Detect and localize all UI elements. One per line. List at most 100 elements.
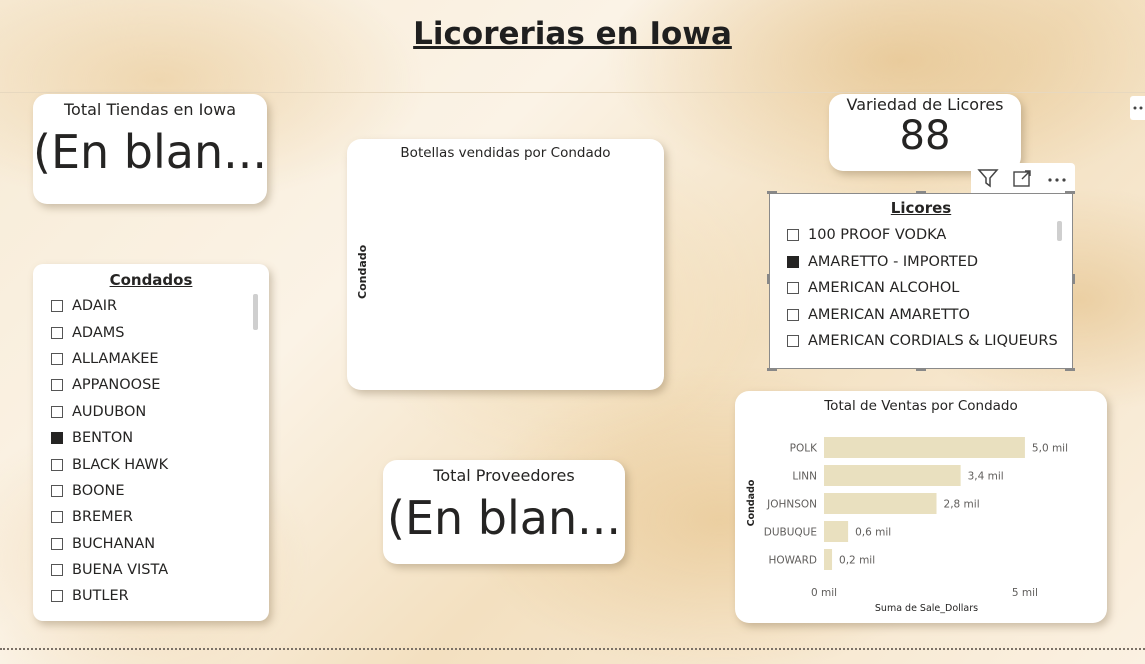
visual-header bbox=[971, 163, 1075, 193]
resize-handle[interactable] bbox=[767, 191, 777, 194]
slicer-item-label: BENTON bbox=[72, 430, 134, 447]
slicer-list: ADAIR ADAMS ALLAMAKEE APPANOOSE AUDUBON BENTO… bbox=[51, 293, 168, 610]
checkbox[interactable] bbox=[787, 229, 799, 242]
checkbox[interactable] bbox=[51, 405, 63, 418]
bar bbox=[824, 437, 1025, 458]
slicer-item[interactable]: BOONE bbox=[51, 478, 168, 504]
chart-title: Total de Ventas por Condado bbox=[823, 398, 1018, 414]
checkbox[interactable] bbox=[51, 564, 63, 577]
data-label: 2,8 mil bbox=[944, 499, 980, 511]
slicer-item[interactable]: AMERICAN ALCOHOL bbox=[787, 275, 1058, 302]
resize-handle[interactable] bbox=[1072, 274, 1075, 284]
licores-slicer[interactable]: Licores 100 PROOF VODKA AMARETTO - IMPORT… bbox=[767, 191, 1075, 371]
scrollbar-thumb[interactable] bbox=[1057, 221, 1062, 241]
data-label: 3,4 mil bbox=[968, 471, 1004, 483]
focus-mode-icon[interactable] bbox=[1008, 166, 1036, 190]
scrollbar-thumb[interactable] bbox=[253, 294, 258, 330]
data-label: 0,6 mil bbox=[855, 527, 891, 539]
y-tick-label: DUBUQUE bbox=[764, 527, 817, 539]
kpi-title: Total Tiendas en Iowa bbox=[63, 100, 236, 119]
checkbox[interactable] bbox=[51, 484, 63, 497]
slicer-item[interactable]: BREMER bbox=[51, 504, 168, 530]
kpi-card-variedad[interactable]: Variedad de Licores 88 bbox=[829, 94, 1021, 171]
checkbox[interactable] bbox=[51, 300, 63, 313]
slicer-item[interactable]: ADAMS bbox=[51, 319, 168, 345]
chart-title: Botellas vendidas por Condado bbox=[400, 145, 611, 161]
x-tick-label: 0 mil bbox=[811, 587, 837, 599]
resize-handle[interactable] bbox=[916, 368, 926, 371]
x-axis-label: Suma de Sale_Dollars bbox=[875, 603, 978, 614]
kpi-card-tiendas[interactable]: Total Tiendas en Iowa (En blan... bbox=[33, 94, 267, 204]
slicer-item[interactable]: ALLAMAKEE bbox=[51, 346, 168, 372]
slicer-item-label: BUCHANAN bbox=[72, 535, 156, 552]
bar bbox=[824, 549, 833, 570]
slicer-item[interactable]: APPANOOSE bbox=[51, 372, 168, 398]
more-options-icon[interactable] bbox=[1130, 96, 1145, 120]
slicer-item-label: 100 PROOF VODKA bbox=[808, 227, 947, 244]
more-options-icon[interactable] bbox=[1043, 166, 1071, 190]
slicer-list: 100 PROOF VODKA AMARETTO - IMPORTED AMERIC… bbox=[787, 222, 1058, 355]
page-title: Licorerias en Iowa bbox=[413, 16, 732, 52]
kpi-title: Variedad de Licores bbox=[846, 95, 1004, 114]
resize-handle[interactable] bbox=[916, 191, 926, 194]
kpi-value: 88 bbox=[899, 113, 951, 159]
checkbox[interactable] bbox=[51, 432, 63, 445]
y-axis-label: Condado bbox=[746, 479, 757, 526]
kpi-card-proveedores[interactable]: Total Proveedores (En blan... bbox=[383, 460, 625, 564]
checkbox[interactable] bbox=[51, 326, 63, 339]
slicer-item-label: AUDUBON bbox=[72, 403, 147, 420]
slicer-item-label: BUTLER bbox=[72, 588, 129, 605]
kpi-title: Total Proveedores bbox=[433, 466, 575, 485]
checkbox[interactable] bbox=[51, 590, 63, 603]
condados-slicer[interactable]: Condados ADAIR ADAMS ALLAMAKEE APPANOOSE AUD… bbox=[33, 264, 269, 621]
slicer-item-label: AMERICAN CORDIALS & LIQUEURS bbox=[808, 333, 1058, 350]
slicer-item-label: BUENA VISTA bbox=[72, 562, 169, 579]
slicer-item[interactable]: BUCHANAN bbox=[51, 531, 168, 557]
slicer-item[interactable]: ADAIR bbox=[51, 293, 168, 319]
botellas-chart-card[interactable]: Botellas vendidas por Condado Condado bbox=[347, 139, 664, 390]
checkbox[interactable] bbox=[787, 282, 799, 295]
resize-handle[interactable] bbox=[1065, 368, 1075, 371]
slicer-item[interactable]: AMARETTO - IMPORTED bbox=[787, 249, 1058, 276]
x-tick-label: 5 mil bbox=[1012, 587, 1038, 599]
slicer-item[interactable]: AMERICAN AMARETTO bbox=[787, 302, 1058, 329]
slicer-header: Condados bbox=[109, 271, 193, 289]
data-label: 5,0 mil bbox=[1032, 443, 1068, 455]
bar-chart: Total de Ventas por Condado POLK 5,0 mil LI… bbox=[746, 398, 1068, 614]
checkbox[interactable] bbox=[51, 537, 63, 550]
y-tick-label: JOHNSON bbox=[766, 499, 817, 511]
slicer-item[interactable]: BENTON bbox=[51, 425, 168, 451]
slicer-item[interactable]: AUDUBON bbox=[51, 399, 168, 425]
checkbox[interactable] bbox=[51, 379, 63, 392]
slicer-item[interactable]: 100 PROOF VODKA bbox=[787, 222, 1058, 249]
bar bbox=[824, 521, 849, 542]
checkbox[interactable] bbox=[51, 352, 63, 365]
slicer-item[interactable]: BLACK HAWK bbox=[51, 451, 168, 477]
slicer-header: Licores bbox=[890, 199, 952, 217]
data-label: 0,2 mil bbox=[839, 555, 875, 567]
kpi-value: (En blan... bbox=[387, 491, 621, 545]
checkbox[interactable] bbox=[787, 335, 799, 348]
y-tick-label: POLK bbox=[790, 443, 818, 455]
resize-handle[interactable] bbox=[767, 368, 777, 371]
slicer-item[interactable]: AMERICAN CORDIALS & LIQUEURS bbox=[787, 328, 1058, 355]
slicer-item[interactable]: BUTLER bbox=[51, 583, 168, 609]
checkbox[interactable] bbox=[787, 255, 799, 268]
slicer-item-label: AMARETTO - IMPORTED bbox=[808, 253, 979, 270]
checkbox[interactable] bbox=[787, 308, 799, 321]
slicer-item-label: APPANOOSE bbox=[72, 377, 161, 394]
resize-handle[interactable] bbox=[1065, 191, 1075, 194]
y-tick-label: LINN bbox=[792, 471, 817, 483]
chart-y-axis-label: Condado bbox=[356, 244, 369, 299]
slicer-item-label: AMERICAN AMARETTO bbox=[808, 306, 970, 323]
resize-handle[interactable] bbox=[767, 274, 770, 284]
ventas-chart-card[interactable]: Total de Ventas por Condado POLK 5,0 mil LI… bbox=[735, 391, 1107, 623]
kpi-value: (En blan... bbox=[33, 125, 267, 179]
filter-icon[interactable] bbox=[974, 166, 1002, 190]
top-divider bbox=[0, 92, 1145, 93]
slicer-item[interactable]: BUENA VISTA bbox=[51, 557, 168, 583]
checkbox[interactable] bbox=[51, 511, 63, 524]
slicer-item-label: BOONE bbox=[72, 482, 125, 499]
bottom-divider bbox=[0, 648, 1145, 650]
checkbox[interactable] bbox=[51, 458, 63, 471]
